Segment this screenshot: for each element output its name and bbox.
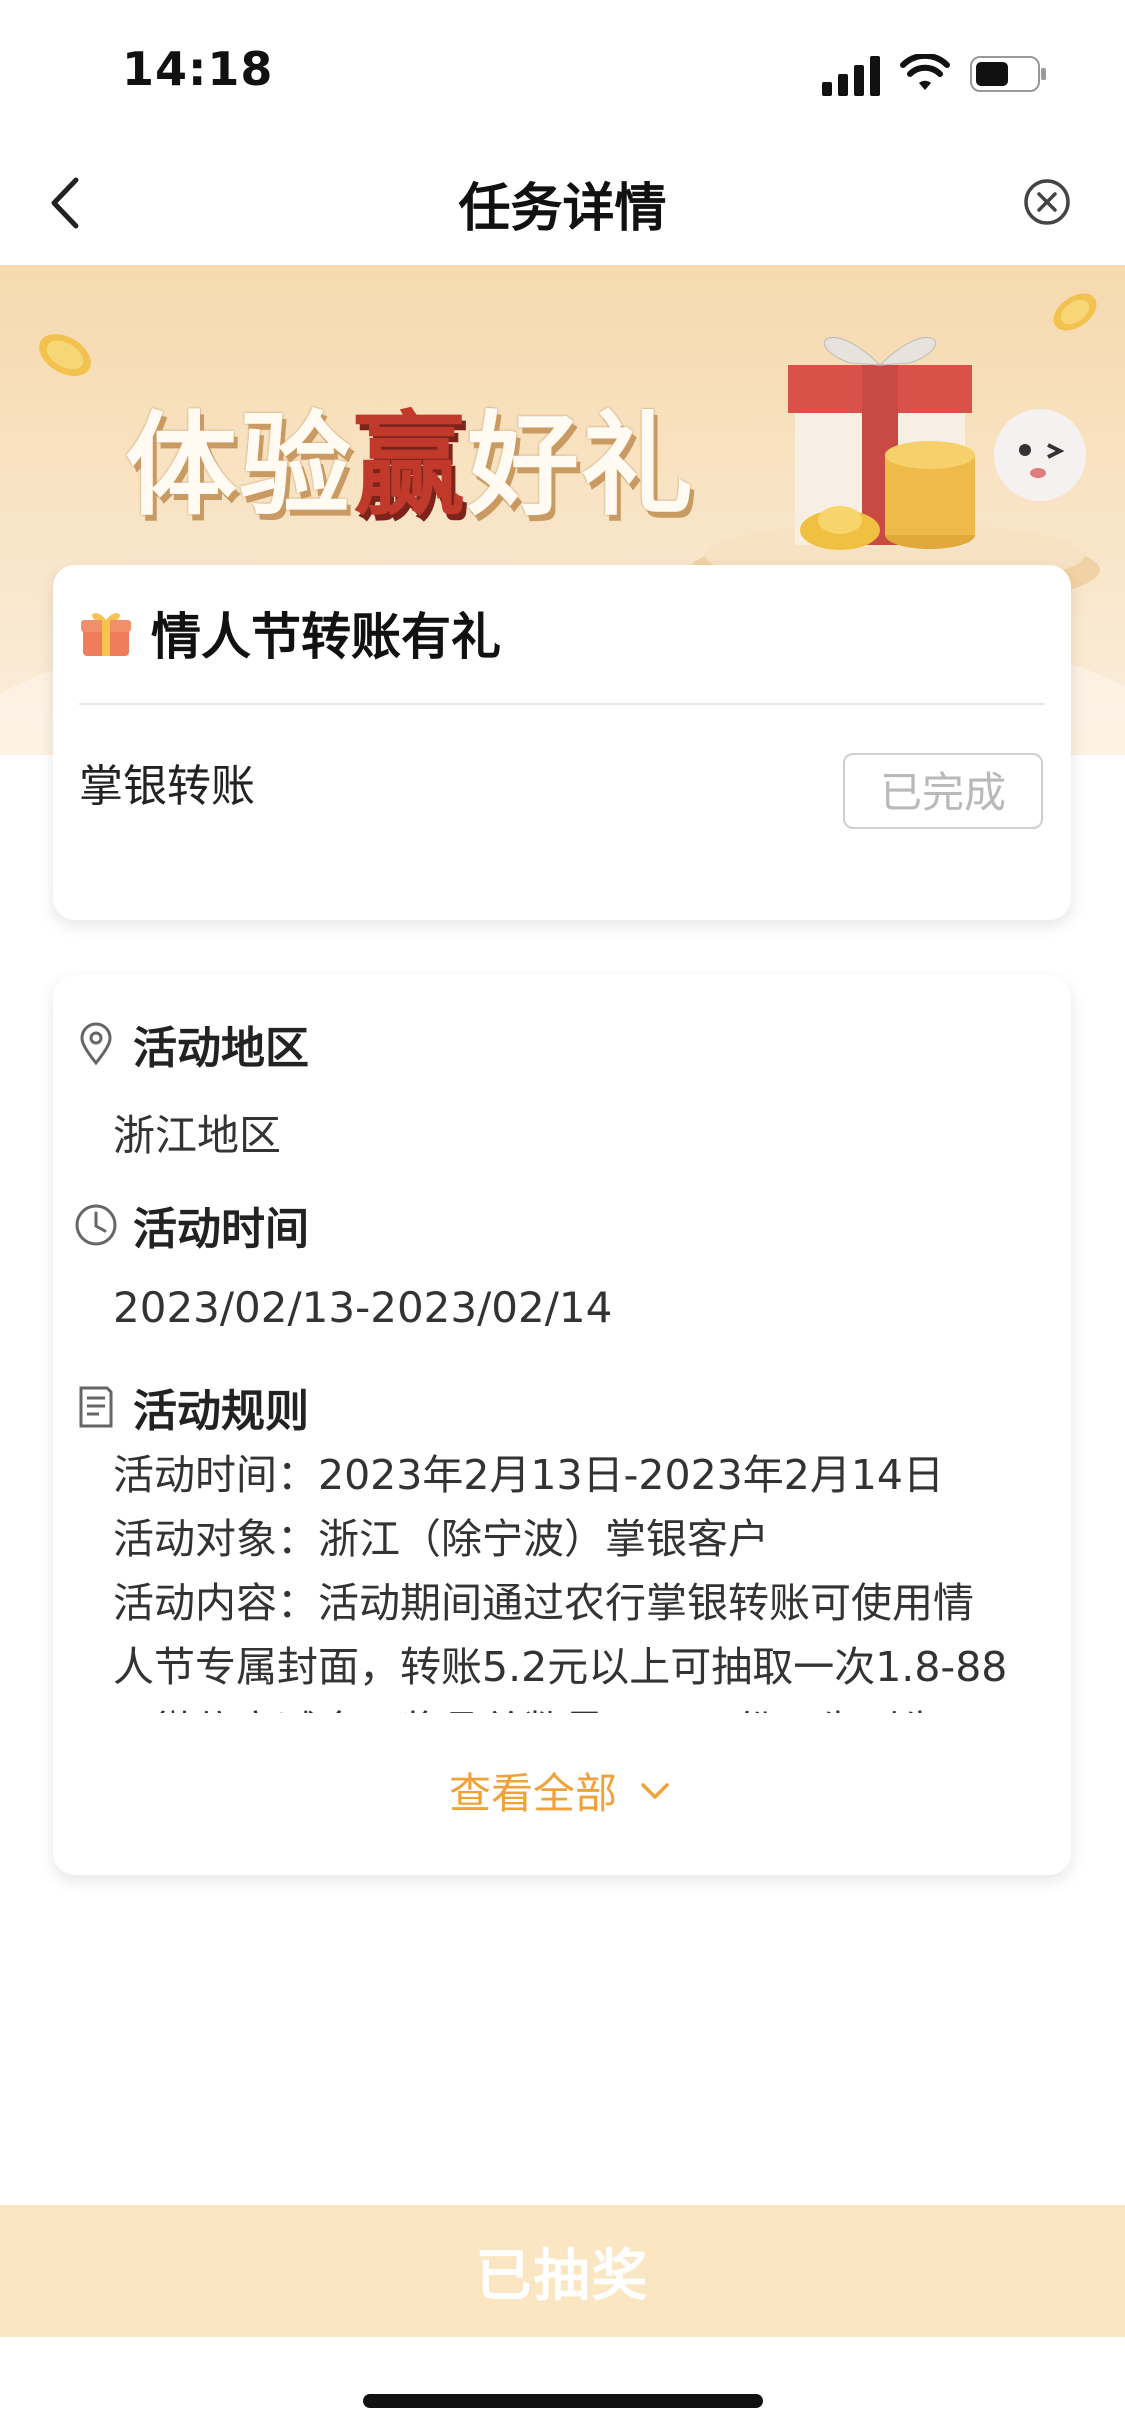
completed-button[interactable]: 已完成 <box>843 753 1043 829</box>
close-button[interactable] <box>1015 170 1079 234</box>
rules-line: 活动内容：活动期间通过农行掌银转账可使用情 <box>113 1579 974 1627</box>
rules-line: 活动时间：2023年2月13日-2023年2月14日 <box>113 1451 944 1499</box>
page-title: 任务详情 <box>458 179 667 239</box>
time-value: 2023/02/13-2023/02/14 <box>113 1283 613 1332</box>
signal-icon <box>822 56 880 96</box>
rules-label: 活动规则 <box>133 1386 309 1437</box>
rules-line: 活动对象：浙江（除宁波）掌银客户 <box>113 1515 769 1563</box>
activity-info-card: 活动地区 浙江地区 活动时间 2023/02/13-2023/02/14 活动规… <box>53 975 1071 1875</box>
view-all-button[interactable]: 查看全部 <box>53 1760 1071 1821</box>
clock-icon <box>75 1204 117 1246</box>
nav-bar: 任务详情 <box>0 140 1125 265</box>
page: 14:18 任务详情 体验赢好礼 情人节转账有礼 掌银转账 已完成 活动地区 浙… <box>0 0 1125 2435</box>
document-icon <box>79 1386 113 1428</box>
banner-title-part1: 体验 <box>125 401 353 531</box>
region-value: 浙江地区 <box>113 1111 282 1160</box>
rules-line: 人节专属封面，转账5.2元以上可抽取一次1.8-88 <box>113 1643 1008 1691</box>
home-indicator <box>363 2394 763 2408</box>
time-label: 活动时间 <box>133 1204 309 1255</box>
time-label-row: 活动时间 <box>73 1193 309 1257</box>
rules-text: 活动时间：2023年2月13日-2023年2月14日 活动对象：浙江（除宁波）掌… <box>113 1443 1063 1713</box>
close-icon <box>1024 179 1070 225</box>
gift-illustration <box>690 337 1100 605</box>
region-label: 活动地区 <box>133 1023 309 1074</box>
status-bar: 14:18 <box>0 0 1125 140</box>
drawn-button[interactable]: 已抽奖 <box>0 2205 1125 2337</box>
task-title: 情人节转账有礼 <box>151 608 501 666</box>
wifi-icon <box>900 54 950 90</box>
region-label-row: 活动地区 <box>73 1012 309 1076</box>
gift-icon <box>81 613 131 656</box>
task-header: 情人节转账有礼 <box>79 597 501 669</box>
location-pin-icon <box>80 1022 112 1066</box>
status-time: 14:18 <box>122 42 274 96</box>
coin-icon <box>39 334 91 376</box>
banner-title-part2: 好礼 <box>467 401 695 531</box>
task-card: 情人节转账有礼 掌银转账 已完成 <box>53 565 1071 920</box>
rules-line: 元微信立减金，奖品总数量60000份，先到先 <box>113 1699 1063 1713</box>
drawn-button-label: 已抽奖 <box>475 2243 650 2309</box>
rules-label-row: 活动规则 <box>73 1375 309 1439</box>
battery-icon <box>970 56 1046 92</box>
banner-title: 体验赢好礼 <box>125 375 695 537</box>
view-all-label: 查看全部 <box>448 1769 617 1818</box>
banner-title-highlight: 赢 <box>353 401 467 531</box>
divider <box>79 703 1045 705</box>
chevron-down-icon <box>641 1782 669 1799</box>
task-name: 掌银转账 <box>79 761 255 812</box>
